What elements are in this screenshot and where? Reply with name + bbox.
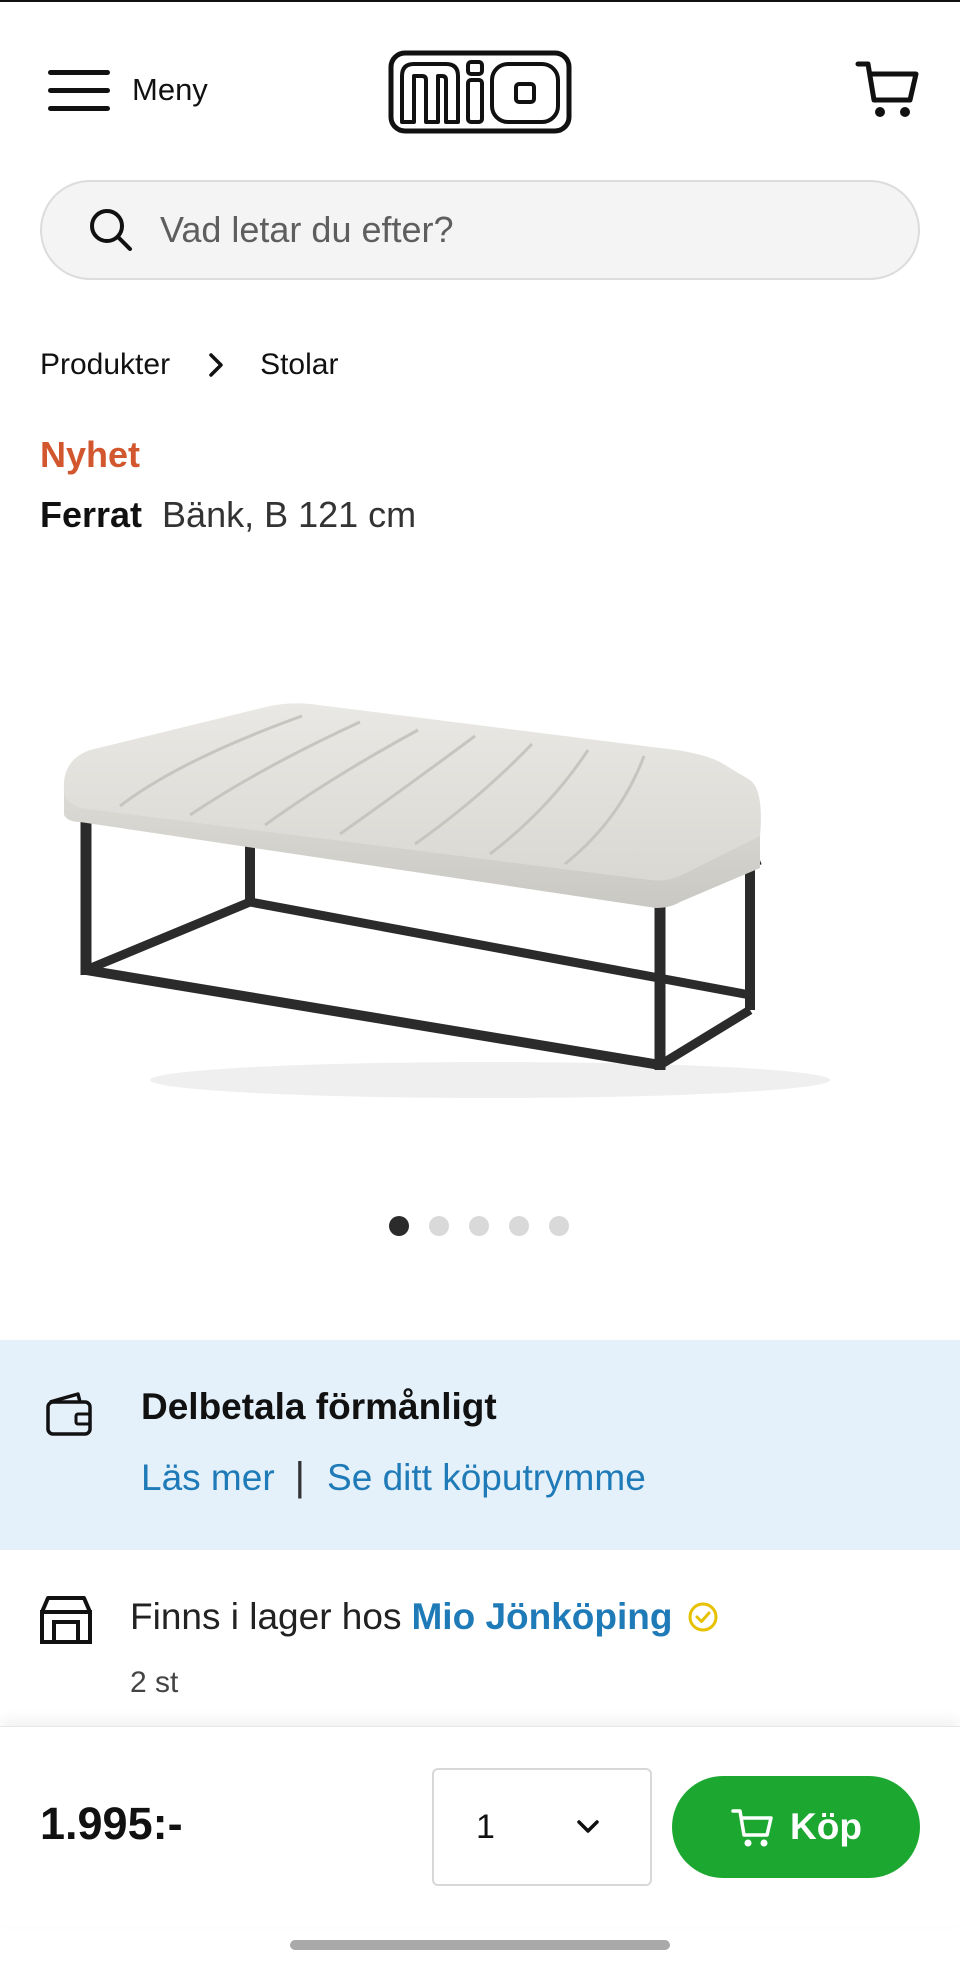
buy-button[interactable]: Köp — [672, 1776, 920, 1878]
search-icon — [90, 209, 132, 251]
carousel-dot-3[interactable] — [469, 1216, 489, 1236]
read-more-link[interactable]: Läs mer — [141, 1457, 275, 1499]
chevron-right-icon — [209, 353, 223, 377]
image-carousel-dots — [389, 1216, 589, 1238]
stock-status: Finns i lager hos Mio Jönköping — [130, 1596, 719, 1638]
product-price: 1.995:- — [40, 1798, 183, 1849]
product-description: Bänk, B 121 cm — [162, 494, 417, 535]
quantity-select[interactable]: 1 — [432, 1768, 652, 1886]
stock-text: Finns i lager hos — [130, 1596, 402, 1637]
carousel-dot-5[interactable] — [549, 1216, 569, 1236]
cart-icon[interactable] — [854, 56, 920, 122]
menu-button[interactable]: Meny — [40, 60, 208, 120]
credit-limit-link[interactable]: Se ditt köputrymme — [327, 1457, 646, 1499]
mio-logo[interactable] — [388, 50, 572, 134]
product-image[interactable] — [60, 640, 900, 1120]
buy-button-label: Köp — [790, 1806, 862, 1847]
wallet-icon — [46, 1392, 92, 1436]
installment-title: Delbetala förmånligt — [141, 1386, 497, 1427]
menu-label: Meny — [132, 72, 208, 107]
chevron-down-icon — [577, 1820, 599, 1833]
breadcrumb-item-chairs[interactable]: Stolar — [260, 348, 338, 382]
search-bar[interactable] — [40, 180, 920, 280]
stock-count: 2 st — [130, 1666, 179, 1699]
search-input[interactable] — [160, 209, 840, 251]
home-indicator — [290, 1940, 670, 1950]
quantity-value: 1 — [476, 1807, 495, 1846]
cart-icon — [731, 1809, 773, 1847]
check-circle-icon — [688, 1602, 717, 1632]
breadcrumb-item-products[interactable]: Produkter — [40, 348, 170, 382]
store-link[interactable]: Mio Jönköping — [411, 1596, 672, 1638]
site-header: Meny — [0, 2, 960, 172]
link-separator: | — [294, 1455, 306, 1499]
installment-links: Läs mer | Se ditt köputrymme — [141, 1455, 646, 1500]
new-badge: Nyhet — [40, 434, 141, 475]
product-brand: Ferrat — [40, 494, 143, 535]
installment-banner — [0, 1340, 960, 1550]
product-title: Ferrat Bänk, B 121 cm — [40, 494, 416, 536]
store-icon — [40, 1596, 92, 1644]
hamburger-menu-icon — [40, 64, 112, 116]
carousel-dot-2[interactable] — [429, 1216, 449, 1236]
breadcrumb: Produkter Stolar — [40, 340, 338, 390]
carousel-dot-4[interactable] — [509, 1216, 529, 1236]
carousel-dot-1[interactable] — [389, 1216, 409, 1236]
